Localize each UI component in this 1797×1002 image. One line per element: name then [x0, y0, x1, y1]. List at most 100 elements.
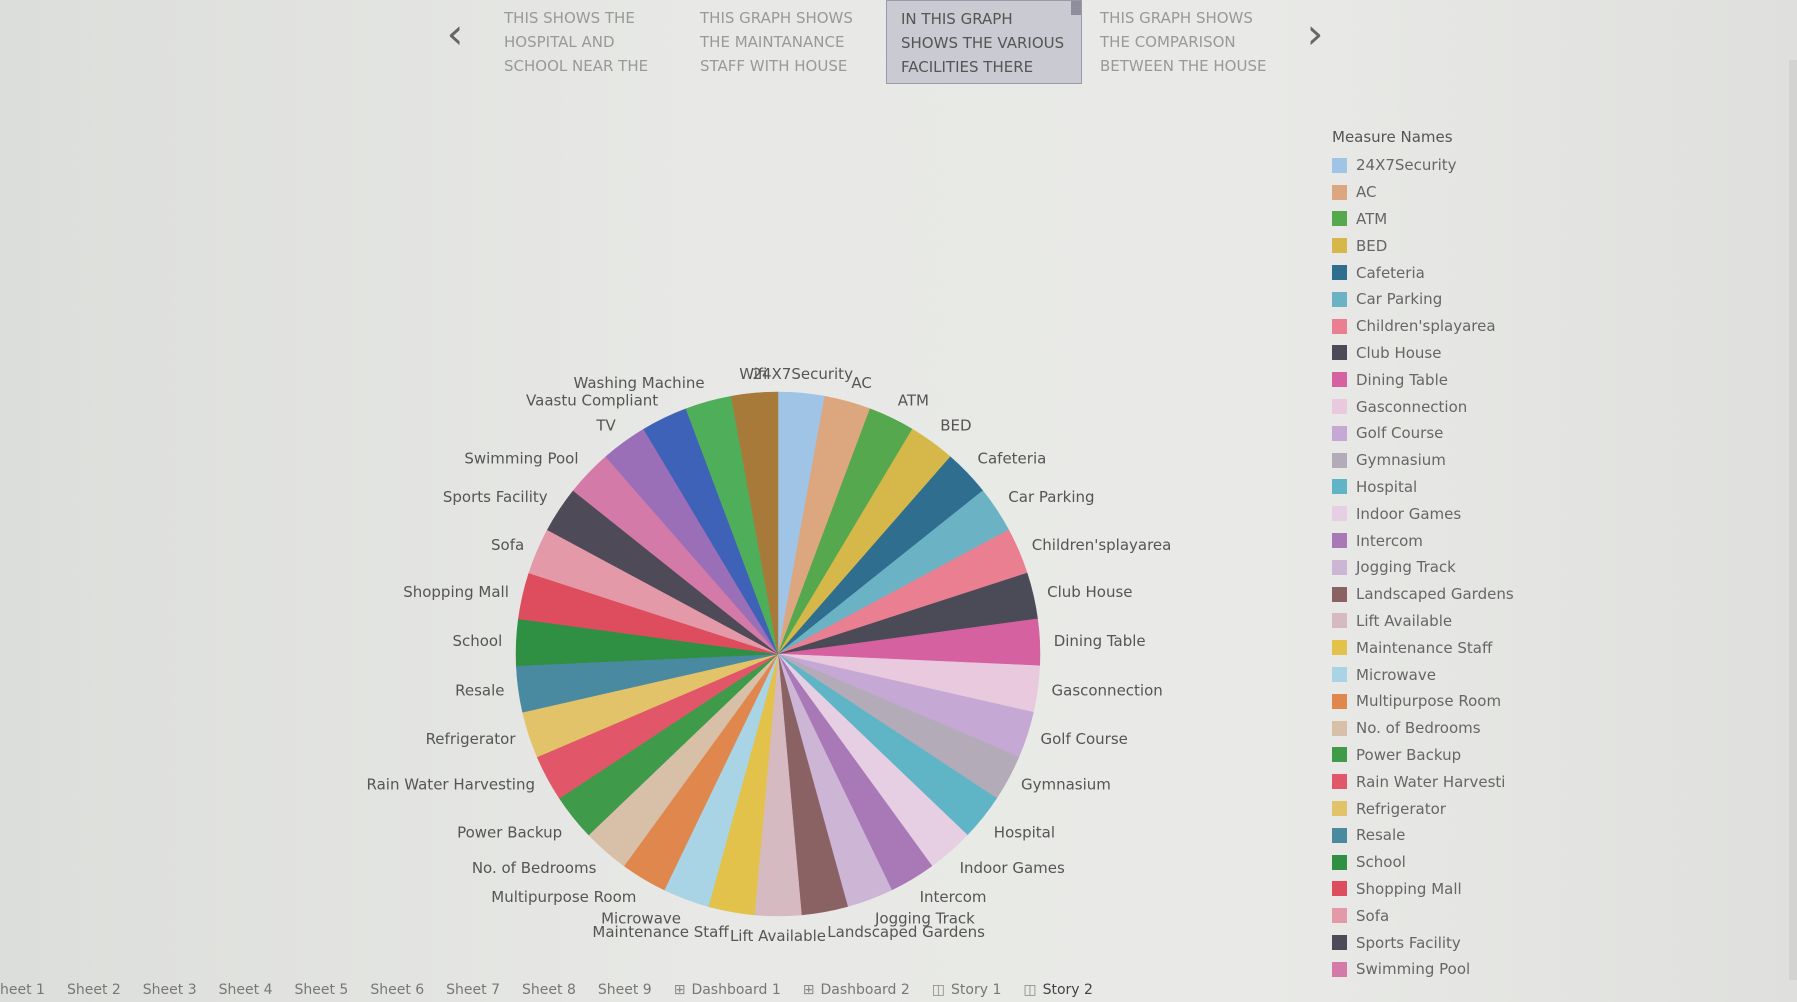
legend-label: Dining Table [1356, 370, 1448, 389]
slice-label: Dining Table [1054, 632, 1146, 650]
sheet-tab[interactable]: Sheet 8 [522, 982, 576, 1002]
sheet-tab[interactable]: Sheet 5 [294, 982, 348, 1002]
slice-label: No. of Bedrooms [472, 859, 597, 877]
slice-label: Multipurpose Room [491, 888, 636, 906]
slice-label: Sports Facility [443, 488, 548, 506]
slice-label: Sofa [491, 536, 524, 554]
legend-swatch [1332, 693, 1347, 709]
legend: Measure Names 24X7Security AC ATM BED Cafete… [1332, 128, 1632, 983]
legend-item[interactable]: Rain Water Harvesti [1332, 768, 1632, 795]
slice-label: BED [940, 417, 971, 435]
sheet-tab-label: Story 2 [1042, 982, 1093, 998]
slice-label: Power Backup [457, 823, 562, 841]
legend-swatch [1332, 211, 1347, 227]
legend-label: Cafeteria [1356, 263, 1425, 282]
legend-swatch [1332, 747, 1347, 763]
legend-swatch [1332, 908, 1347, 924]
sheet-tab[interactable]: heet 1 [0, 982, 45, 1002]
sheet-tab[interactable]: Sheet 6 [370, 982, 424, 1002]
slice-label: Indoor Games [960, 859, 1065, 877]
sheet-tab[interactable]: Sheet 2 [67, 982, 121, 1002]
sheet-tab[interactable]: Sheet 3 [143, 982, 197, 1002]
sheet-tab-label: Sheet 6 [370, 982, 425, 998]
legend-item[interactable]: BED [1332, 232, 1632, 259]
slice-label: Washing Machine [573, 374, 704, 392]
sheet-tab[interactable]: ◫ Story 1 [932, 982, 1002, 1002]
sheet-tab[interactable]: ◫ Story 2 [1023, 982, 1093, 1002]
legend-swatch [1332, 881, 1347, 897]
legend-label: BED [1356, 236, 1388, 255]
legend-swatch [1332, 372, 1347, 388]
slice-label: Intercom [920, 888, 987, 906]
legend-label: Gasconnection [1356, 397, 1468, 416]
legend-label: Indoor Games [1356, 504, 1462, 523]
legend-label: Sofa [1356, 906, 1390, 925]
legend-item[interactable]: Power Backup [1332, 742, 1632, 769]
legend-item[interactable]: Refrigerator [1332, 795, 1632, 822]
legend-swatch [1332, 801, 1347, 817]
slice-label: Club House [1047, 583, 1132, 601]
sheet-tab[interactable]: ⊞ Dashboard 1 [674, 982, 781, 1002]
slice-label: Refrigerator [426, 730, 517, 748]
legend-label: Refrigerator [1356, 799, 1446, 818]
slice-label: Vaastu Compliant [526, 391, 658, 409]
sheet-tab-label: Sheet 9 [597, 982, 652, 998]
legend-item[interactable]: Children'splayarea [1332, 313, 1632, 340]
legend-items: 24X7Security AC ATM BED Cafeteria Car Parking… [1332, 152, 1632, 983]
legend-item[interactable]: ATM [1332, 206, 1632, 233]
legend-item[interactable]: Lift Available [1332, 608, 1632, 635]
legend-item[interactable]: Club House [1332, 340, 1632, 367]
legend-item[interactable]: Car Parking [1332, 286, 1632, 313]
legend-item[interactable]: Maintenance Staff [1332, 634, 1632, 661]
sheet-tab[interactable]: ⊞ Dashboard 2 [803, 982, 910, 1002]
sheet-tab[interactable]: Sheet 4 [219, 982, 273, 1002]
legend-item[interactable]: Hospital [1332, 474, 1632, 501]
sheet-tab-label: heet 1 [0, 982, 45, 998]
legend-item[interactable]: Golf Course [1332, 420, 1632, 447]
sheet-tab-label: Story 1 [951, 982, 1002, 998]
legend-swatch [1332, 586, 1347, 602]
legend-item[interactable]: Dining Table [1332, 366, 1632, 393]
legend-item[interactable]: Indoor Games [1332, 500, 1632, 527]
legend-swatch [1332, 613, 1347, 629]
legend-swatch [1332, 452, 1347, 468]
legend-item[interactable]: Sports Facility [1332, 929, 1632, 956]
legend-item[interactable]: Microwave [1332, 661, 1632, 688]
slice-label: Hospital [994, 823, 1055, 841]
legend-item[interactable]: Resale [1332, 822, 1632, 849]
sheet-tab[interactable]: Sheet 7 [446, 982, 500, 1002]
legend-item[interactable]: Multipurpose Room [1332, 688, 1632, 715]
legend-item[interactable]: Cafeteria [1332, 259, 1632, 286]
legend-item[interactable]: Shopping Mall [1332, 876, 1632, 903]
legend-item[interactable]: Gasconnection [1332, 393, 1632, 420]
legend-item[interactable]: No. of Bedrooms [1332, 715, 1632, 742]
slice-label: Gymnasium [1021, 775, 1111, 793]
legend-label: ATM [1356, 209, 1388, 228]
legend-label: No. of Bedrooms [1356, 719, 1481, 738]
legend-swatch [1332, 291, 1347, 307]
sheet-tab[interactable]: Sheet 9 [598, 982, 652, 1002]
slice-label: Golf Course [1041, 730, 1128, 748]
legend-swatch [1332, 184, 1347, 200]
legend-item[interactable]: Sofa [1332, 902, 1632, 929]
legend-item[interactable]: School [1332, 849, 1632, 876]
legend-label: Lift Available [1356, 611, 1453, 630]
legend-swatch [1332, 533, 1347, 549]
legend-label: Landscaped Gardens [1356, 585, 1514, 604]
vertical-scrollbar[interactable] [1789, 60, 1797, 980]
legend-item[interactable]: Landscaped Gardens [1332, 581, 1632, 608]
slice-label: AC [851, 374, 871, 392]
legend-item[interactable]: Intercom [1332, 527, 1632, 554]
legend-item[interactable]: AC [1332, 179, 1632, 206]
legend-item[interactable]: Gymnasium [1332, 447, 1632, 474]
legend-label: Intercom [1356, 531, 1423, 550]
slice-label: 24X7Security [752, 365, 853, 383]
sheet-tab-label: Sheet 8 [522, 982, 576, 998]
legend-item[interactable]: 24X7Security [1332, 152, 1632, 179]
legend-item[interactable]: Jogging Track [1332, 554, 1632, 581]
slice-label: Rain Water Harvesting [367, 775, 535, 793]
legend-item[interactable]: Swimming Pool [1332, 956, 1632, 983]
legend-swatch [1332, 720, 1347, 736]
legend-swatch [1332, 238, 1347, 254]
sheet-tab-bar: heet 1 Sheet 2 Sheet 3 Sheet 4 Sheet 5 Sheet … [0, 982, 1115, 1002]
